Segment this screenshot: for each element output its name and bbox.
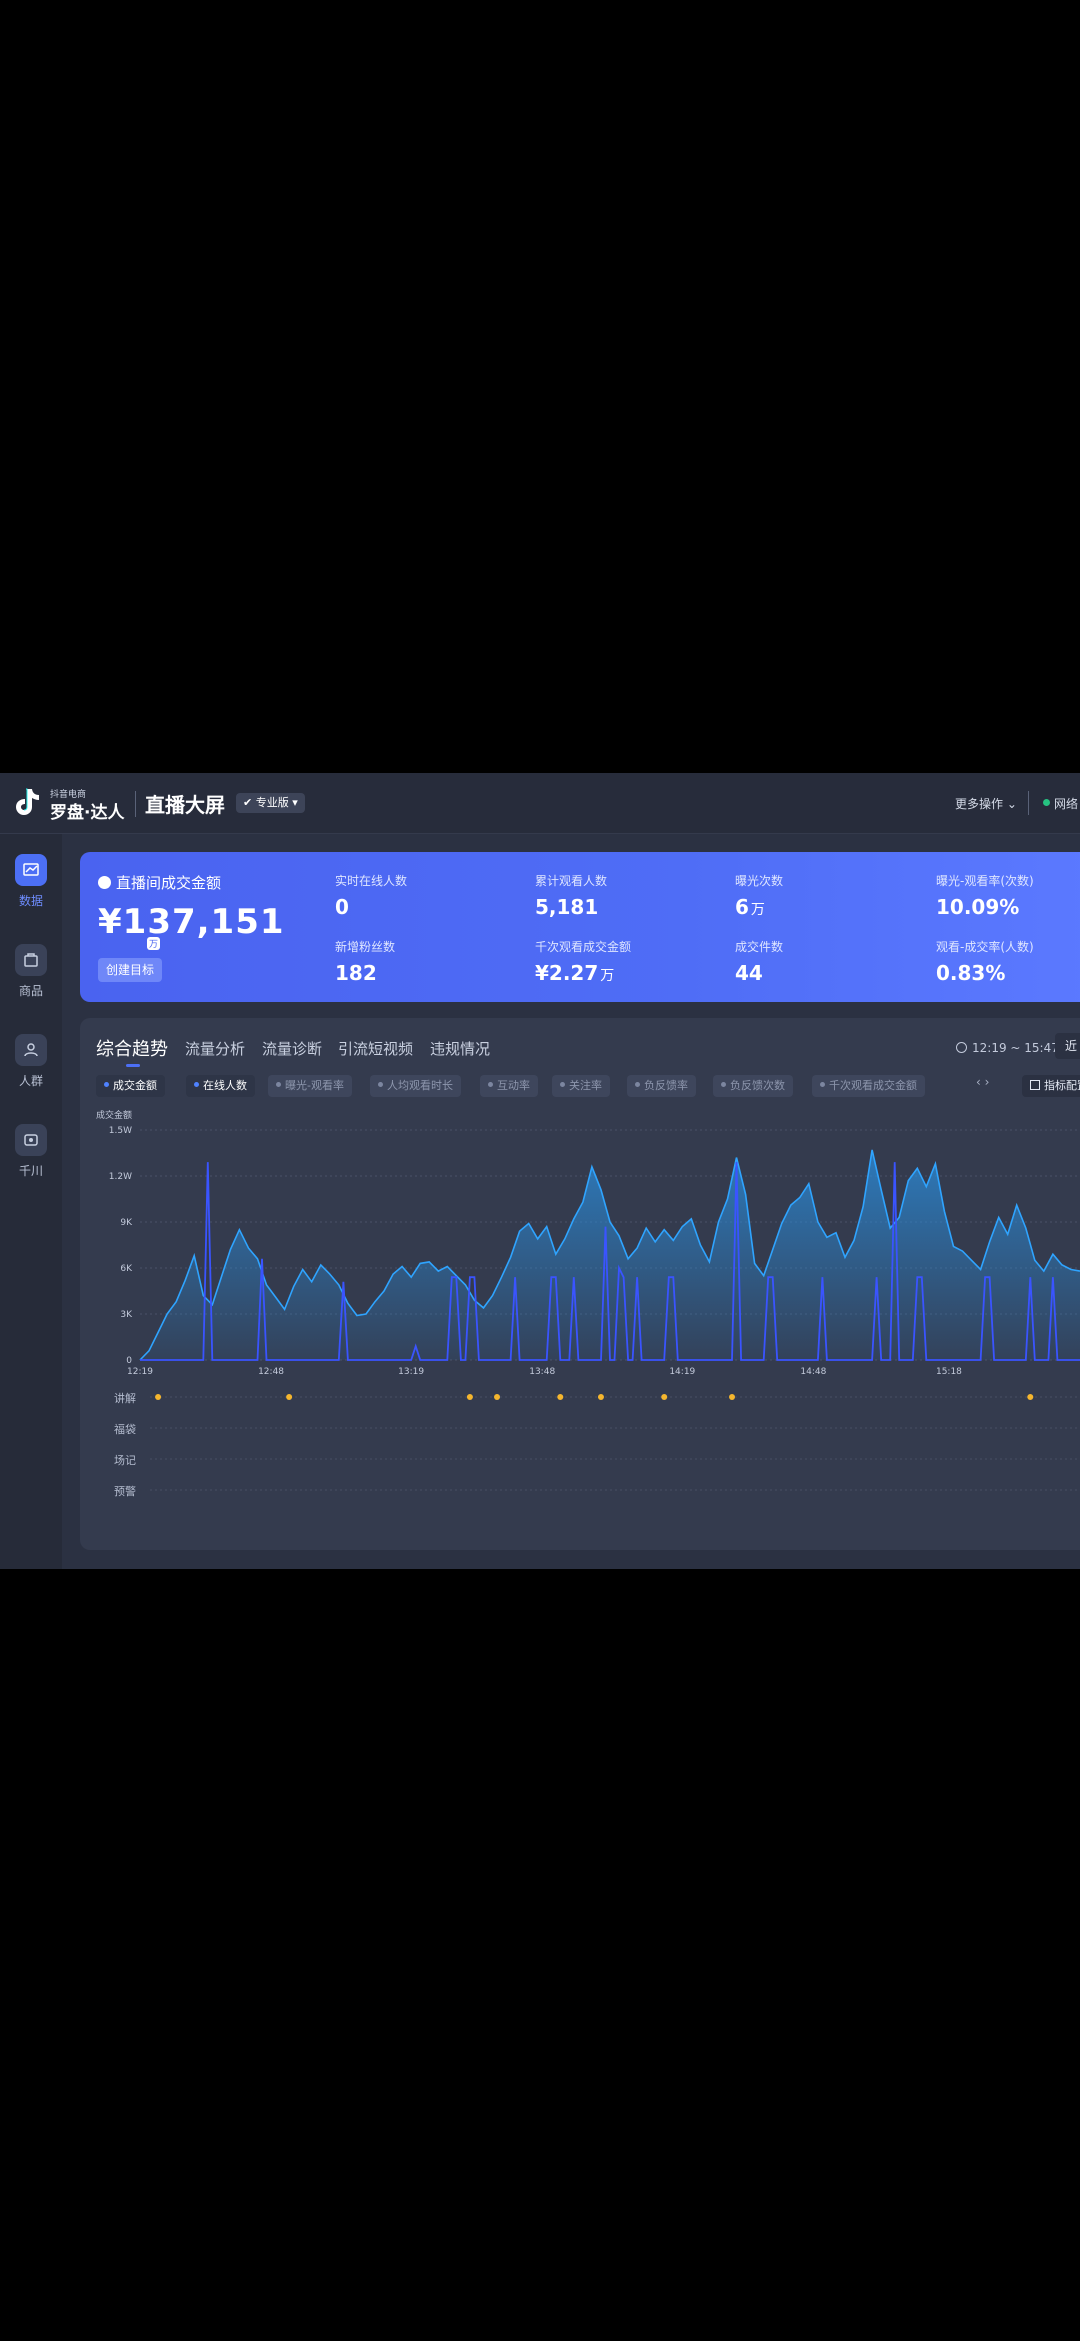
- divider: [1028, 791, 1029, 815]
- gmv-label-text: 直播间成交金额: [116, 874, 222, 892]
- info-icon: [98, 876, 111, 889]
- kpi-value: ¥2.27 万: [535, 961, 615, 985]
- kpi-value: 182: [335, 961, 377, 985]
- event-marker: [661, 1394, 668, 1400]
- kpi-label: 千次观看成交金额: [535, 940, 632, 954]
- sidebar-item-label: 人群: [18, 1074, 43, 1088]
- kpi-impressions: 曝光次数 6万: [735, 872, 783, 919]
- edition-label: 专业版: [255, 796, 289, 809]
- y-tick-label: 9K: [120, 1218, 133, 1228]
- sidebar-item-label: 数据: [18, 894, 43, 908]
- sidebar-item-data[interactable]: 数据: [0, 854, 62, 924]
- kpi-view-conversion-rate: 观看-成交率(人数) 0.83%: [936, 938, 1034, 985]
- x-tick-label: 14:19: [669, 1367, 695, 1377]
- kpi-gpm: 千次观看成交金额 ¥2.27 万: [535, 938, 631, 985]
- y-tick-label: 3K: [120, 1310, 133, 1320]
- sidebar-item-product[interactable]: 商品: [0, 944, 62, 1014]
- kpi-value: 0: [335, 895, 349, 919]
- kpi-label: 累计观看人数: [535, 874, 608, 888]
- y-tick-label: 0: [126, 1356, 132, 1366]
- live-dashboard-window: 抖音电商 罗盘·达人 直播大屏 ✔ 专业版 ▾ 更多操作 ⌄ 网络 数据 商品: [0, 773, 1080, 1569]
- people-icon: [15, 1034, 47, 1066]
- event-row-label: 福袋: [114, 1423, 136, 1436]
- kpi-label: 实时在线人数: [335, 874, 408, 888]
- kpi-label: 观看-成交率(人数): [936, 940, 1034, 954]
- kpi-value: 6万: [735, 895, 765, 919]
- kpi-value: 10.09%: [936, 895, 1020, 919]
- event-marker: [557, 1394, 564, 1400]
- sidebar-item-people[interactable]: 人群: [0, 1034, 62, 1104]
- kpi-online-users: 实时在线人数 0: [335, 872, 407, 919]
- kpi-value: 5,181: [535, 895, 599, 919]
- x-tick-label: 15:18: [936, 1367, 962, 1377]
- top-bar: 抖音电商 罗盘·达人 直播大屏 ✔ 专业版 ▾ 更多操作 ⌄ 网络: [0, 773, 1080, 834]
- kpi-value: 44: [735, 961, 763, 985]
- event-marker: [466, 1394, 473, 1400]
- sidebar: 数据 商品 人群 千川: [0, 834, 62, 1569]
- network-status-icon: [1043, 799, 1050, 806]
- more-operations-label: 更多操作: [955, 797, 1004, 811]
- event-row-label: 讲解: [114, 1392, 136, 1405]
- kpi-new-followers: 新增粉丝数 182: [335, 938, 395, 985]
- kpi-impression-view-rate: 曝光-观看率(次数) 10.09%: [936, 872, 1034, 919]
- product-icon: [15, 944, 47, 976]
- trend-chart: 成交金额在003K16K29K31.2W41.5W512:1912:4813:1…: [96, 1109, 1080, 1491]
- kpi-label: 曝光次数: [735, 874, 784, 888]
- event-marker: [597, 1394, 604, 1400]
- event-marker: [286, 1394, 293, 1400]
- y-axis-title: 成交金额: [96, 1109, 132, 1121]
- caret-down-icon: ▾: [292, 796, 298, 809]
- edition-check-icon: ✔: [243, 796, 253, 809]
- network-status-label: 网络: [1054, 797, 1079, 811]
- douyin-logo-icon: [16, 788, 39, 815]
- kpi-value: 0.83%: [936, 961, 1006, 985]
- logo-title: 罗盘·达人: [50, 803, 125, 823]
- gmv-value: ¥137,151: [98, 902, 285, 942]
- y-tick-label: 1.5W: [109, 1126, 132, 1136]
- kpi-items-sold: 成交件数 44: [735, 938, 783, 985]
- event-marker: [494, 1394, 501, 1400]
- kpi-total-viewers: 累计观看人数 5,181: [535, 872, 607, 919]
- gmv-label: 直播间成交金额: [98, 872, 221, 893]
- event-row-label: 预警: [114, 1485, 136, 1498]
- qianchuan-icon: [15, 1124, 47, 1156]
- page-title: 直播大屏: [145, 793, 225, 817]
- create-target-button[interactable]: 创建目标: [98, 958, 163, 982]
- divider: [135, 791, 136, 817]
- x-tick-label: 13:19: [398, 1367, 424, 1377]
- kpi-label: 新增粉丝数: [335, 940, 396, 954]
- event-marker: [1027, 1394, 1034, 1400]
- sidebar-item-label: 千川: [18, 1164, 43, 1178]
- x-tick-label: 14:48: [800, 1367, 826, 1377]
- kpi-card: 直播间成交金额 ¥137,151 万 创建目标 实时在线人数 0 累计观看人数 …: [80, 852, 1080, 1002]
- sidebar-item-label: 商品: [18, 984, 43, 998]
- x-tick-label: 13:48: [529, 1367, 555, 1377]
- kpi-label: 曝光-观看率(次数): [936, 874, 1034, 888]
- x-tick-label: 12:48: [258, 1367, 284, 1377]
- edition-dropdown[interactable]: ✔ 专业版 ▾: [236, 793, 305, 813]
- y-tick-label: 1.2W: [109, 1172, 132, 1182]
- more-operations-menu[interactable]: 更多操作 ⌄: [955, 795, 1017, 812]
- sidebar-item-qianchuan[interactable]: 千川: [0, 1124, 62, 1194]
- event-row-label: 场记: [114, 1454, 136, 1467]
- y-tick-label: 6K: [120, 1264, 133, 1274]
- gmv-unit-tag: 万: [147, 937, 161, 950]
- trend-panel: 综合趋势 流量分析 流量诊断 引流短视频 违规情况 12:19 ~ 15:47 …: [80, 1018, 1080, 1550]
- event-marker: [729, 1394, 736, 1400]
- x-tick-label: 12:19: [127, 1367, 153, 1377]
- chevron-down-icon: ⌄: [1006, 797, 1017, 811]
- chart-icon: [15, 854, 47, 886]
- event-marker: [155, 1394, 162, 1400]
- kpi-label: 成交件数: [735, 940, 784, 954]
